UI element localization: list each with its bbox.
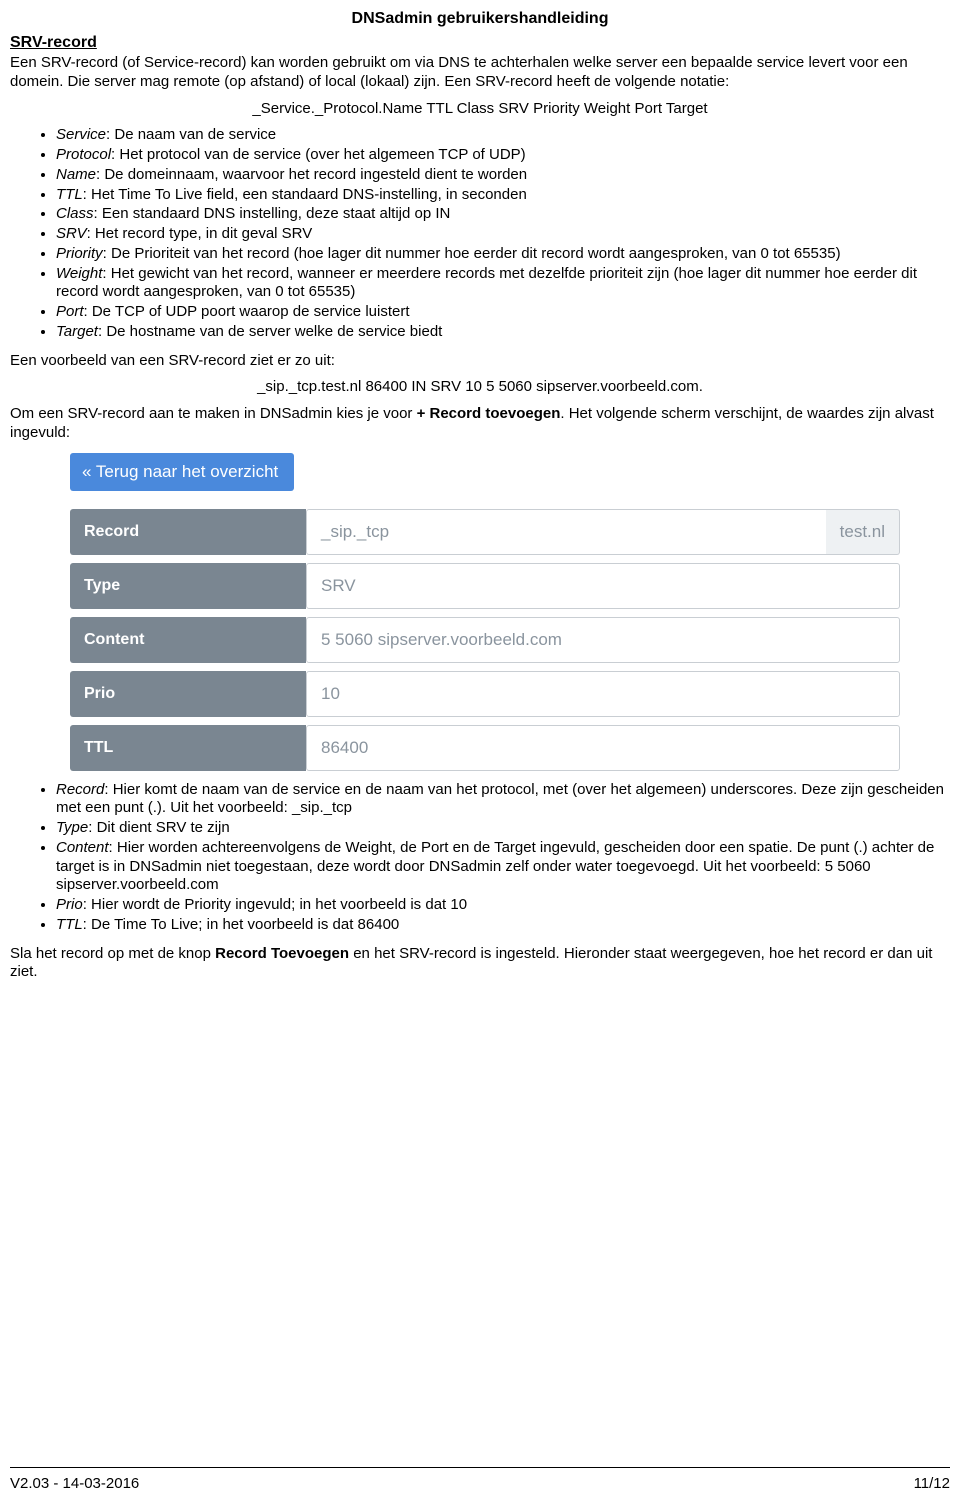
list-item: Content: Hier worden achtereenvolgens de… [56,839,950,895]
notation-line: _Service._Protocol.Name TTL Class SRV Pr… [10,100,950,119]
list-item: SRV: Het record type, in dit geval SRV [56,225,950,244]
def-text: : Het gewicht van het record, wanneer er… [56,265,917,301]
label-content: Content [70,617,306,663]
list-item: Record: Hier komt de naam van de service… [56,781,950,819]
def-text: : De Prioriteit van het record (hoe lage… [103,245,841,262]
form-row-content: Content 5 5060 sipserver.voorbeeld.com [70,617,900,663]
def-text: : Het Time To Live field, een standaard … [83,186,527,203]
list-item: Target: De hostname van de server welke … [56,323,950,342]
input-prio[interactable]: 10 [306,671,900,717]
list-item: Weight: Het gewicht van het record, wann… [56,265,950,303]
note-text: : Dit dient SRV te zijn [88,819,229,836]
term: Type [56,819,88,836]
term: Service [56,126,106,143]
back-button[interactable]: Terug naar het overzicht [70,453,294,491]
form-row-prio: Prio 10 [70,671,900,717]
footer-version: V2.03 - 14-03-2016 [10,1475,139,1492]
intro-paragraph: Een SRV-record (of Service-record) kan w… [10,54,950,92]
text: Om een SRV-record aan te maken in DNSadm… [10,405,417,422]
term: Class [56,205,94,222]
def-text: : De domeinnaam, waarvoor het record ing… [96,166,527,183]
form-row-ttl: TTL 86400 [70,725,900,771]
note-text: : Hier wordt de Priority ingevuld; in he… [83,896,467,913]
list-item: Prio: Hier wordt de Priority ingevuld; i… [56,896,950,915]
list-item: TTL: De Time To Live; in het voorbeeld i… [56,916,950,935]
definition-list: Service: De naam van de service Protocol… [10,126,950,341]
input-type[interactable]: SRV [306,563,900,609]
note-text: : Hier worden achtereenvolgens de Weight… [56,839,934,894]
input-record-suffix: test.nl [826,509,900,555]
label-prio: Prio [70,671,306,717]
list-item: Protocol: Het protocol van de service (o… [56,146,950,165]
def-text: : De hostname van de server welke de ser… [98,323,442,340]
list-item: Name: De domeinnaam, waarvoor het record… [56,166,950,185]
input-content[interactable]: 5 5060 sipserver.voorbeeld.com [306,617,900,663]
def-text: : De naam van de service [106,126,276,143]
def-text: : De TCP of UDP poort waarop de service … [84,303,410,320]
list-item: Priority: De Prioriteit van het record (… [56,245,950,264]
footer-divider [10,1467,950,1468]
section-heading-srv: SRV-record [10,34,950,52]
closing-paragraph: Sla het record op met de knop Record Toe… [10,945,950,983]
form-row-type: Type SRV [70,563,900,609]
label-record: Record [70,509,306,555]
notes-list: Record: Hier komt de naam van de service… [10,781,950,935]
note-text: : De Time To Live; in het voorbeeld is d… [83,916,400,933]
list-item: Port: De TCP of UDP poort waarop de serv… [56,303,950,322]
term: Protocol [56,146,111,163]
term: SRV [56,225,87,242]
term: TTL [56,916,83,933]
list-item: Type: Dit dient SRV te zijn [56,819,950,838]
term: TTL [56,186,83,203]
def-text: : Het protocol van de service (over het … [111,146,526,163]
term: Prio [56,896,83,913]
term: Port [56,303,84,320]
label-type: Type [70,563,306,609]
dns-form-screenshot: Terug naar het overzicht Record _sip._tc… [70,453,900,771]
term: Name [56,166,96,183]
term: Weight [56,265,102,282]
list-item: Service: De naam van de service [56,126,950,145]
term: Priority [56,245,103,262]
text: Sla het record op met de knop [10,945,215,962]
footer-page-number: 11/12 [914,1475,950,1492]
input-ttl[interactable]: 86400 [306,725,900,771]
add-record-intro: Om een SRV-record aan te maken in DNSadm… [10,405,950,443]
term: Content [56,839,109,856]
add-record-action: + Record toevoegen [417,405,561,422]
term: Record [56,781,104,798]
note-text: : Hier komt de naam van de service en de… [56,781,944,817]
def-text: : Een standaard DNS instelling, deze sta… [94,205,451,222]
example-intro: Een voorbeeld van een SRV-record ziet er… [10,352,950,371]
list-item: Class: Een standaard DNS instelling, dez… [56,205,950,224]
input-record[interactable]: _sip._tcp [306,509,826,555]
def-text: : Het record type, in dit geval SRV [87,225,313,242]
save-action: Record Toevoegen [215,945,349,962]
label-ttl: TTL [70,725,306,771]
term: Target [56,323,98,340]
doc-title: DNSadmin gebruikershandleiding [10,10,950,28]
example-line: _sip._tcp.test.nl 86400 IN SRV 10 5 5060… [10,378,950,397]
page-footer: V2.03 - 14-03-2016 11/12 [10,1475,950,1492]
form-row-record: Record _sip._tcp test.nl [70,509,900,555]
list-item: TTL: Het Time To Live field, een standaa… [56,186,950,205]
